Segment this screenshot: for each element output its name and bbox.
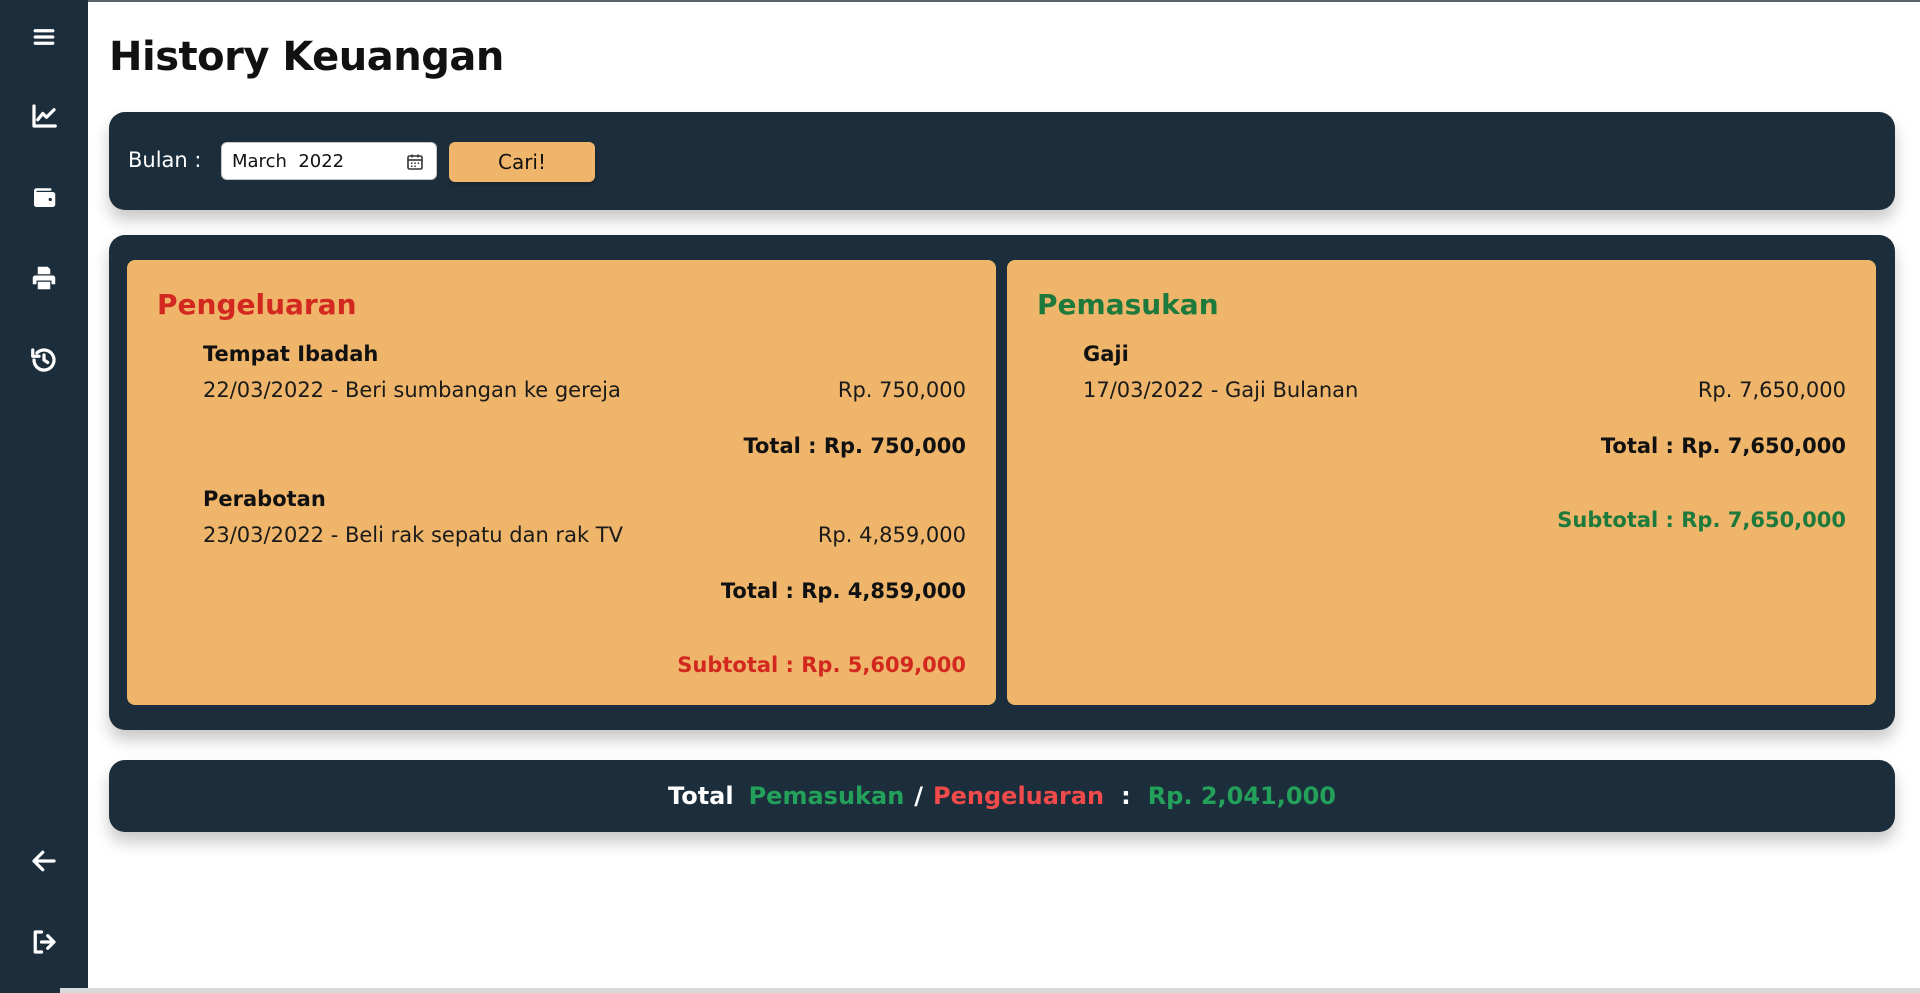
printer-icon[interactable] [24,258,64,298]
expense-subtotal: Subtotal : Rp. 5,609,000 [677,653,966,677]
transaction-desc: 23/03/2022 - Beli rak sepatu dan rak TV [203,523,623,547]
transaction-amount: Rp. 4,859,000 [817,523,966,547]
summary-colon: : [1121,782,1131,810]
chart-line-icon[interactable] [24,96,64,136]
filter-panel: Bulan : March 2022 Cari! [109,112,1895,210]
transaction-desc: 17/03/2022 - Gaji Bulanan [1083,378,1359,402]
month-label: Bulan : [128,148,202,172]
summary-label: Total [668,782,734,810]
sign-out-icon[interactable] [24,922,64,962]
summary-separator: / [914,782,924,810]
expense-group: Tempat Ibadah 22/03/2022 - Beri sumbanga… [203,342,966,458]
summary-value: Rp. 2,041,000 [1147,782,1336,810]
month-input[interactable]: March 2022 [221,142,437,180]
main-content: History Keuangan Bulan : March 2022 Cari… [88,0,1920,993]
income-title: Pemasukan [1037,288,1219,321]
category-name: Perabotan [203,487,326,511]
transaction-desc: 22/03/2022 - Beri sumbangan ke gereja [203,378,621,402]
category-name: Tempat Ibadah [203,342,379,366]
transaction-row: 23/03/2022 - Beli rak sepatu dan rak TV … [203,523,966,549]
sidebar [0,0,88,993]
expense-title: Pengeluaran [157,288,357,321]
summary-income-word: Pemasukan [748,782,905,810]
category-total: Total : Rp. 4,859,000 [720,579,966,603]
category-name: Gaji [1083,342,1129,366]
arrow-left-icon[interactable] [24,841,64,881]
summary-panel: Total Pemasukan / Pengeluaran : Rp. 2,04… [109,760,1895,832]
menu-icon[interactable] [24,17,64,57]
income-card: Pemasukan Gaji 17/03/2022 - Gaji Bulanan… [1007,260,1876,705]
history-icon[interactable] [24,340,64,380]
category-total: Total : Rp. 7,650,000 [1600,434,1846,458]
wallet-icon[interactable] [24,177,64,217]
page-title: History Keuangan [109,34,504,80]
income-subtotal: Subtotal : Rp. 7,650,000 [1557,508,1846,532]
category-total: Total : Rp. 750,000 [743,434,966,458]
calendar-icon[interactable] [406,153,424,171]
transaction-row: 17/03/2022 - Gaji Bulanan Rp. 7,650,000 [1083,378,1846,404]
income-group: Gaji 17/03/2022 - Gaji Bulanan Rp. 7,650… [1083,342,1846,458]
summary-expense-word: Pengeluaran [933,782,1105,810]
transaction-row: 22/03/2022 - Beri sumbangan ke gereja Rp… [203,378,966,404]
search-button[interactable]: Cari! [449,142,595,182]
expense-card: Pengeluaran Tempat Ibadah 22/03/2022 - B… [127,260,996,705]
transaction-amount: Rp. 750,000 [837,378,966,402]
transaction-amount: Rp. 7,650,000 [1697,378,1846,402]
expense-group: Perabotan 23/03/2022 - Beli rak sepatu d… [203,487,966,603]
history-panel: Pengeluaran Tempat Ibadah 22/03/2022 - B… [109,235,1895,730]
month-input-value: March 2022 [232,150,345,172]
